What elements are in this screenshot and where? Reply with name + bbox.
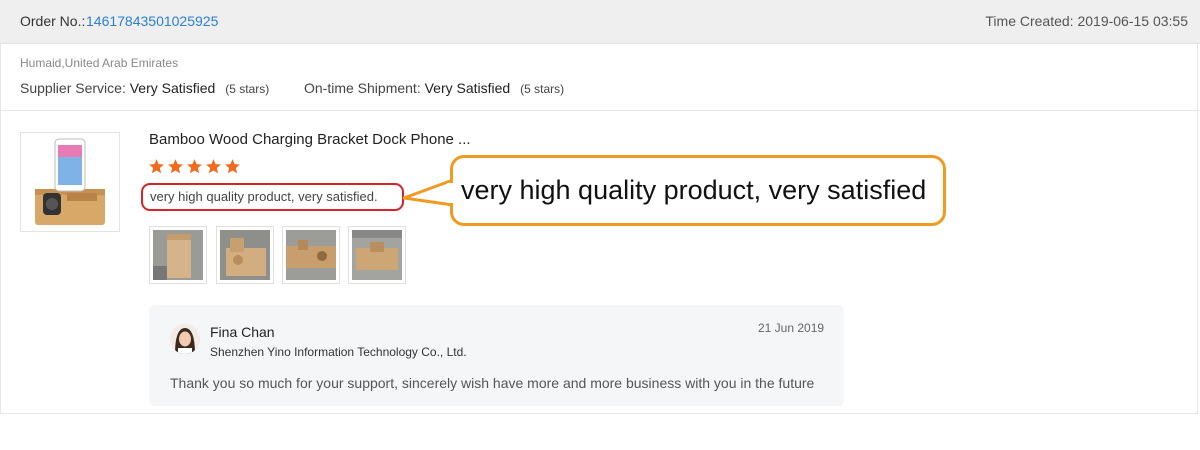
reply-text: Thank you so much for your support, sinc… xyxy=(170,375,815,391)
seller-name: Fina Chan xyxy=(210,324,275,340)
seller-avatar xyxy=(170,324,200,354)
review-photo-1[interactable] xyxy=(149,226,207,284)
review-photo-2[interactable] xyxy=(216,226,274,284)
review-photo-4[interactable] xyxy=(348,226,406,284)
reply-date: 21 Jun 2019 xyxy=(758,321,825,335)
callout-text: very high quality product, very satisfie… xyxy=(461,175,927,205)
seller-company: Shenzhen Yino Information Technology Co.… xyxy=(210,345,467,359)
review-photo-3[interactable] xyxy=(282,226,340,284)
